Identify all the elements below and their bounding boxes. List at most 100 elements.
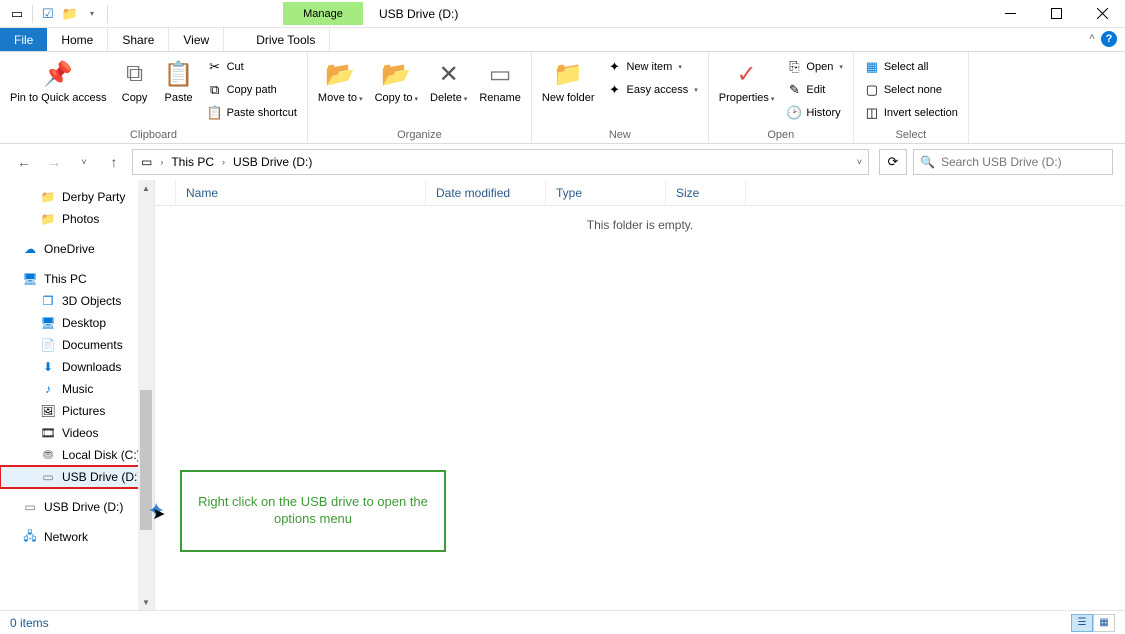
separator [107,5,108,23]
label: Videos [62,426,98,440]
dropdown-icon[interactable]: ▾ [83,5,101,23]
icons-view-button[interactable]: ▦ [1093,614,1115,632]
tab-drivetools[interactable]: Drive Tools [242,28,330,51]
tree-item-derby[interactable]: 📁Derby Party [0,186,154,208]
col-name[interactable]: Name [176,180,426,205]
folder-icon[interactable]: 📁 [61,5,79,23]
copy-to-button[interactable]: 📂Copy to▾ [371,56,422,106]
move-to-button[interactable]: 📂 Move to▾ [314,56,367,106]
label: Downloads [62,360,121,374]
details-view-button[interactable]: ☰ [1071,614,1093,632]
recent-dropdown[interactable]: ˅ [72,150,96,174]
back-button[interactable]: ← [12,150,36,174]
tab-view[interactable]: View [169,28,224,51]
checkbox-icon[interactable]: ☑ [39,5,57,23]
window-controls [987,0,1125,28]
label: Invert selection [884,107,958,119]
desktop-icon: 🖥 [40,316,56,330]
maximize-button[interactable] [1033,0,1079,28]
col-size[interactable]: Size [666,180,746,205]
copy-icon: ⧉ [126,58,143,90]
select-none-button[interactable]: ▢Select none [860,79,962,101]
pin-icon: 📌 [43,58,73,90]
label: Copy to▾ [375,92,418,104]
new-item-button[interactable]: ✦New item▾ [602,56,701,78]
search-input[interactable]: 🔍 Search USB Drive (D:) [913,149,1113,175]
label: Rename [479,92,521,104]
forward-button[interactable]: → [42,150,66,174]
open-button[interactable]: ⎘Open▾ [782,56,846,78]
clipboard-icon: 📋 [164,58,194,90]
edit-button[interactable]: ✎Edit [782,79,846,101]
rename-button[interactable]: ▭Rename [475,56,525,106]
tree-item-usbdrive-root[interactable]: ▭USB Drive (D:) [0,496,154,518]
ribbon-group-clipboard: 📌 Pin to Quick access ⧉ Copy 📋 Paste ✂Cu… [0,52,308,143]
tree-item-3dobjects[interactable]: ❒3D Objects [0,290,154,312]
label: Edit [806,84,825,96]
tree-item-thispc[interactable]: 🖥This PC [0,268,154,290]
label: OneDrive [44,242,95,256]
label: Cut [227,61,244,73]
cloud-icon: ☁ [22,242,38,256]
history-button[interactable]: 🕑History [782,102,846,124]
label: Copy path [227,84,277,96]
pin-quick-access-button[interactable]: 📌 Pin to Quick access [6,56,111,106]
address-bar[interactable]: ▭ › This PC › USB Drive (D:) ˅ [132,149,869,175]
delete-button[interactable]: ✕Delete▾ [426,56,471,106]
chevron-right-icon[interactable]: › [220,157,227,167]
copy-button[interactable]: ⧉ Copy [115,56,155,106]
tree-item-photos[interactable]: 📁Photos [0,208,154,230]
tree-item-pictures[interactable]: 🖼Pictures [0,400,154,422]
tree-item-localdisk[interactable]: ⛃Local Disk (C:) [0,444,154,466]
path-icon: ⧉ [207,82,223,98]
easy-access-button[interactable]: ✦Easy access▾ [602,79,701,101]
tree-item-videos[interactable]: 🎞Videos [0,422,154,444]
statusbar: 0 items ☰ ▦ [0,610,1125,634]
properties-button[interactable]: ✓Properties▾ [715,56,779,106]
close-button[interactable] [1079,0,1125,28]
tree-item-usbdrive[interactable]: ▭USB Drive (D:) [0,466,154,488]
address-dropdown-icon[interactable]: ˅ [855,157,864,167]
ribbon-group-open: ✓Properties▾ ⎘Open▾ ✎Edit 🕑History Open [709,52,854,143]
label: New folder [542,92,595,104]
breadcrumb-thispc[interactable]: This PC [167,155,218,169]
tree-item-documents[interactable]: 📄Documents [0,334,154,356]
up-button[interactable]: ↑ [102,150,126,174]
paste-shortcut-button[interactable]: 📋Paste shortcut [203,102,301,124]
newitem-icon: ✦ [606,59,622,75]
tab-file[interactable]: File [0,28,47,51]
breadcrumb-drive[interactable]: USB Drive (D:) [229,155,316,169]
scroll-down-icon[interactable]: ▼ [138,594,154,610]
tab-share[interactable]: Share [108,28,169,51]
tree-item-onedrive[interactable]: ☁ OneDrive [0,238,154,260]
titlebar: ▭ ☑ 📁 ▾ Manage USB Drive (D:) [0,0,1125,28]
select-all-button[interactable]: ▦Select all [860,56,962,78]
invert-selection-button[interactable]: ◫Invert selection [860,102,962,124]
new-folder-button[interactable]: 📁New folder [538,56,599,106]
collapse-ribbon-icon[interactable]: ˄ [1089,32,1095,43]
label: Paste shortcut [227,107,297,119]
refresh-button[interactable]: ⟳ [879,149,907,175]
chevron-right-icon[interactable]: › [158,157,165,167]
cut-button[interactable]: ✂Cut [203,56,301,78]
help-icon[interactable]: ? [1101,31,1117,47]
tree-scrollbar[interactable]: ▲ ▼ [138,180,154,610]
paste-button[interactable]: 📋 Paste [159,56,199,106]
tree-item-downloads[interactable]: ⬇Downloads [0,356,154,378]
col-type[interactable]: Type [546,180,666,205]
tree-item-music[interactable]: ♪Music [0,378,154,400]
view-toggles: ☰ ▦ [1071,614,1115,632]
manage-context-tab[interactable]: Manage [283,2,363,25]
tab-home[interactable]: Home [47,28,108,51]
label: USB Drive (D:) [44,500,123,514]
tree-item-network[interactable]: 🖧Network [0,526,154,548]
move-icon: 📂 [325,58,355,90]
minimize-button[interactable] [987,0,1033,28]
label: Move to▾ [318,92,363,104]
scroll-up-icon[interactable]: ▲ [138,180,154,196]
quick-access-toolbar: ▭ ☑ 📁 ▾ [0,5,118,23]
tree-item-desktop[interactable]: 🖥Desktop [0,312,154,334]
copy-path-button[interactable]: ⧉ Copy path [203,79,301,101]
col-date[interactable]: Date modified [426,180,546,205]
dropdown-icon: ▾ [839,63,843,71]
